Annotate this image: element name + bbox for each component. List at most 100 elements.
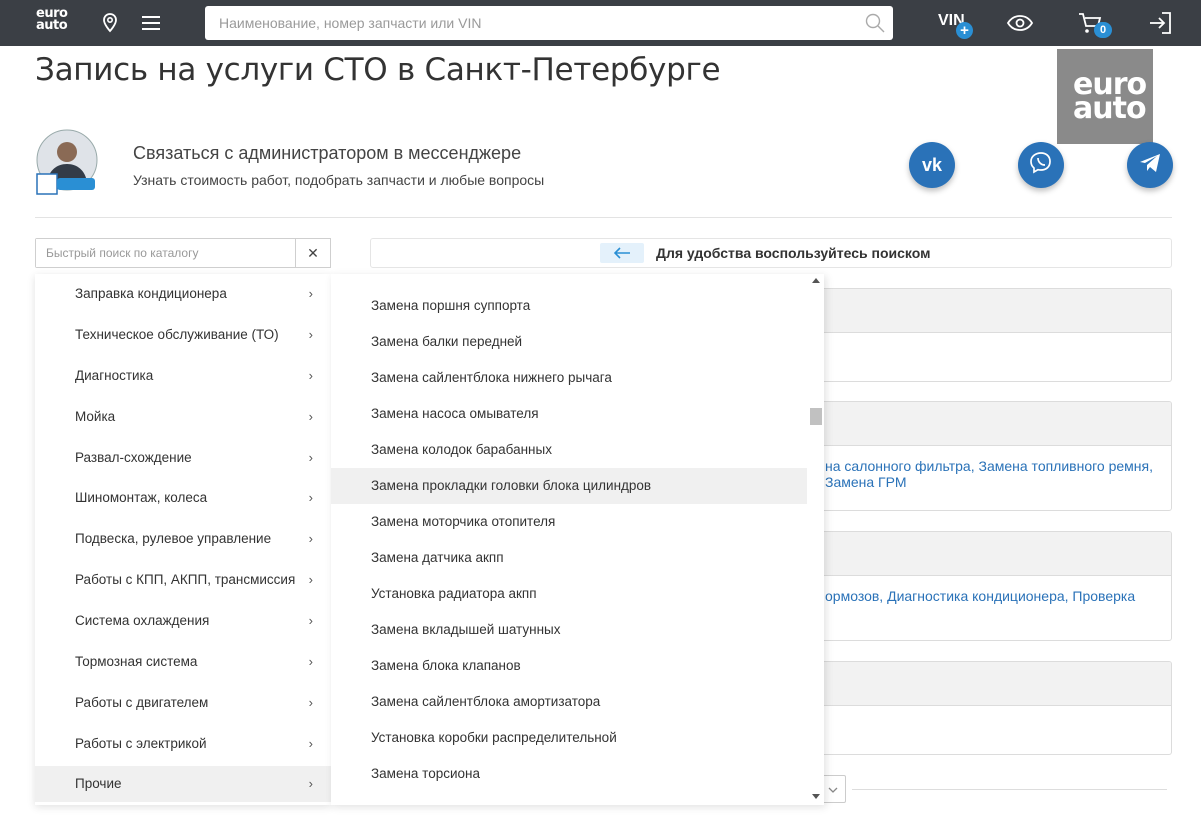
chevron-right-icon: › xyxy=(308,572,313,587)
subcategory-item[interactable]: Замена датчика акпп xyxy=(331,540,807,576)
category-label: Система охлаждения xyxy=(75,613,210,628)
viber-button[interactable] xyxy=(1018,142,1064,188)
service-card-body[interactable] xyxy=(781,333,1171,345)
chevron-right-icon: › xyxy=(308,531,313,546)
subcategory-item[interactable]: Установка радиатора акпп xyxy=(331,576,807,612)
arrow-left-icon[interactable] xyxy=(600,243,644,263)
subcategory-item-hovered[interactable]: Замена прокладки головки блока цилиндров xyxy=(331,468,807,504)
chevron-right-icon: › xyxy=(308,776,313,791)
telegram-icon xyxy=(1138,152,1162,179)
messenger-title: Связаться с администратором в мессенджер… xyxy=(133,143,522,163)
subcategory-item[interactable]: Замена насоса омывателя xyxy=(331,396,807,432)
logo-text-line2: auto xyxy=(36,18,68,33)
euroauto-logo[interactable]: euro auto xyxy=(36,7,68,33)
scrollbar-thumb[interactable] xyxy=(810,408,822,425)
search-hint-bar: Для удобства воспользуйтесь поиском xyxy=(370,238,1172,268)
category-item[interactable]: Техническое обслуживание (ТО) › xyxy=(35,317,331,353)
service-card xyxy=(780,661,1172,755)
large-logo-line2: auto xyxy=(1073,91,1147,126)
viber-icon xyxy=(1029,151,1053,180)
category-item[interactable]: Подвеска, рулевое управление › xyxy=(35,521,331,557)
subcategory-item[interactable]: Замена сайлентблока нижнего рычага xyxy=(331,360,807,396)
vk-button[interactable]: vk xyxy=(909,142,955,188)
euroauto-large-logo: euro auto xyxy=(1057,49,1153,144)
category-item[interactable]: Система охлаждения › xyxy=(35,603,331,639)
clear-search-button[interactable]: ✕ xyxy=(295,238,331,268)
chevron-right-icon: › xyxy=(308,695,313,710)
subcategory-menu: Замена поршня суппорта Замена балки пере… xyxy=(331,274,824,805)
category-label: Работы с двигателем xyxy=(75,695,209,710)
category-item[interactable]: Диагностика › xyxy=(35,358,331,394)
service-card-body[interactable] xyxy=(781,706,1171,718)
chevron-right-icon: › xyxy=(308,490,313,505)
category-label: Мойка xyxy=(75,409,116,424)
service-card: ормозов, Диагностика кондиционера, Прове… xyxy=(780,531,1172,641)
catalog-quick-search xyxy=(35,238,296,268)
service-card-header xyxy=(781,402,1171,446)
scroll-up-arrow-icon[interactable] xyxy=(812,278,820,283)
subcategory-item[interactable]: Замена моторчика отопителя xyxy=(331,504,807,540)
vk-icon: vk xyxy=(921,154,943,175)
subcategory-item[interactable]: Замена вкладышей шатунных xyxy=(331,612,807,648)
category-item[interactable]: Шиномонтаж, колеса › xyxy=(35,480,331,516)
cart-count-badge: 0 xyxy=(1094,22,1112,38)
chevron-right-icon: › xyxy=(308,736,313,751)
subcategory-item[interactable]: Замена поршня суппорта xyxy=(331,288,807,324)
category-label: Развал-схождение xyxy=(75,450,192,465)
service-card xyxy=(780,288,1172,382)
category-menu: Заправка кондиционера › Техническое обслу… xyxy=(35,274,331,805)
page-title: Запись на услуги СТО в Санкт-Петербурге xyxy=(35,52,721,88)
service-card-header xyxy=(781,289,1171,333)
category-item[interactable]: Работы с КПП, АКПП, трансмиссия › xyxy=(35,562,331,598)
service-card-body[interactable]: ормозов, Диагностика кондиционера, Прове… xyxy=(781,576,1171,604)
service-card: на салонного фильтра, Замена топливного … xyxy=(780,401,1172,511)
category-item[interactable]: Работы с двигателем › xyxy=(35,685,331,721)
section-divider xyxy=(35,217,1172,218)
category-item[interactable]: Работы с электрикой › xyxy=(35,726,331,762)
location-pin-icon[interactable] xyxy=(97,10,123,36)
submenu-scrollbar[interactable] xyxy=(808,274,824,805)
subcategory-item[interactable]: Замена колодок барабанных xyxy=(331,432,807,468)
category-label: Техническое обслуживание (ТО) xyxy=(75,327,279,342)
chevron-right-icon: › xyxy=(308,327,313,342)
subcategory-item[interactable]: Установка коробки распределительной xyxy=(331,720,807,756)
vin-add-icon[interactable]: + xyxy=(956,22,973,39)
category-item-active[interactable]: Прочие › xyxy=(35,766,331,802)
category-label: Заправка кондиционера xyxy=(75,286,227,301)
category-label: Тормозная система xyxy=(75,654,198,669)
main-search xyxy=(205,6,893,40)
service-card-body[interactable]: на салонного фильтра, Замена топливного … xyxy=(781,446,1171,490)
chevron-right-icon: › xyxy=(308,286,313,301)
category-label: Работы с электрикой xyxy=(75,736,207,751)
search-icon[interactable] xyxy=(865,13,885,33)
category-label: Диагностика xyxy=(75,368,154,383)
category-label: Работы с КПП, АКПП, трансмиссия xyxy=(75,572,296,587)
chevron-right-icon: › xyxy=(308,409,313,424)
eye-icon[interactable] xyxy=(1007,10,1033,36)
scroll-down-arrow-icon[interactable] xyxy=(812,794,820,799)
search-hint-text: Для удобства воспользуйтесь поиском xyxy=(656,245,931,261)
telegram-button[interactable] xyxy=(1127,142,1173,188)
chevron-right-icon: › xyxy=(308,654,313,669)
chevron-right-icon: › xyxy=(308,368,313,383)
chevron-down-icon xyxy=(828,780,838,798)
catalog-quick-search-input[interactable] xyxy=(36,239,295,267)
subcategory-item[interactable]: Замена балки передней xyxy=(331,324,807,360)
hamburger-menu-icon[interactable] xyxy=(138,10,164,36)
bottom-divider xyxy=(852,789,1167,790)
category-item[interactable]: Заправка кондиционера › xyxy=(35,276,331,312)
service-card-header xyxy=(781,532,1171,576)
subcategory-item[interactable]: Замена торсиона xyxy=(331,756,807,792)
subcategory-item[interactable]: Замена сайлентблока амортизатора xyxy=(331,684,807,720)
category-item[interactable]: Мойка › xyxy=(35,399,331,435)
close-icon: ✕ xyxy=(307,244,319,261)
top-navbar: euro auto VIN + 0 xyxy=(0,0,1201,46)
category-item[interactable]: Развал-схождение › xyxy=(35,440,331,476)
category-item[interactable]: Тормозная система › xyxy=(35,644,331,680)
login-icon[interactable] xyxy=(1147,10,1173,36)
subcategory-item[interactable]: Замена блока клапанов xyxy=(331,648,807,684)
messenger-subtitle: Узнать стоимость работ, подобрать запчас… xyxy=(133,172,545,188)
main-search-input[interactable] xyxy=(205,6,893,40)
category-label: Подвеска, рулевое управление xyxy=(75,531,272,546)
service-card-header xyxy=(781,662,1171,706)
